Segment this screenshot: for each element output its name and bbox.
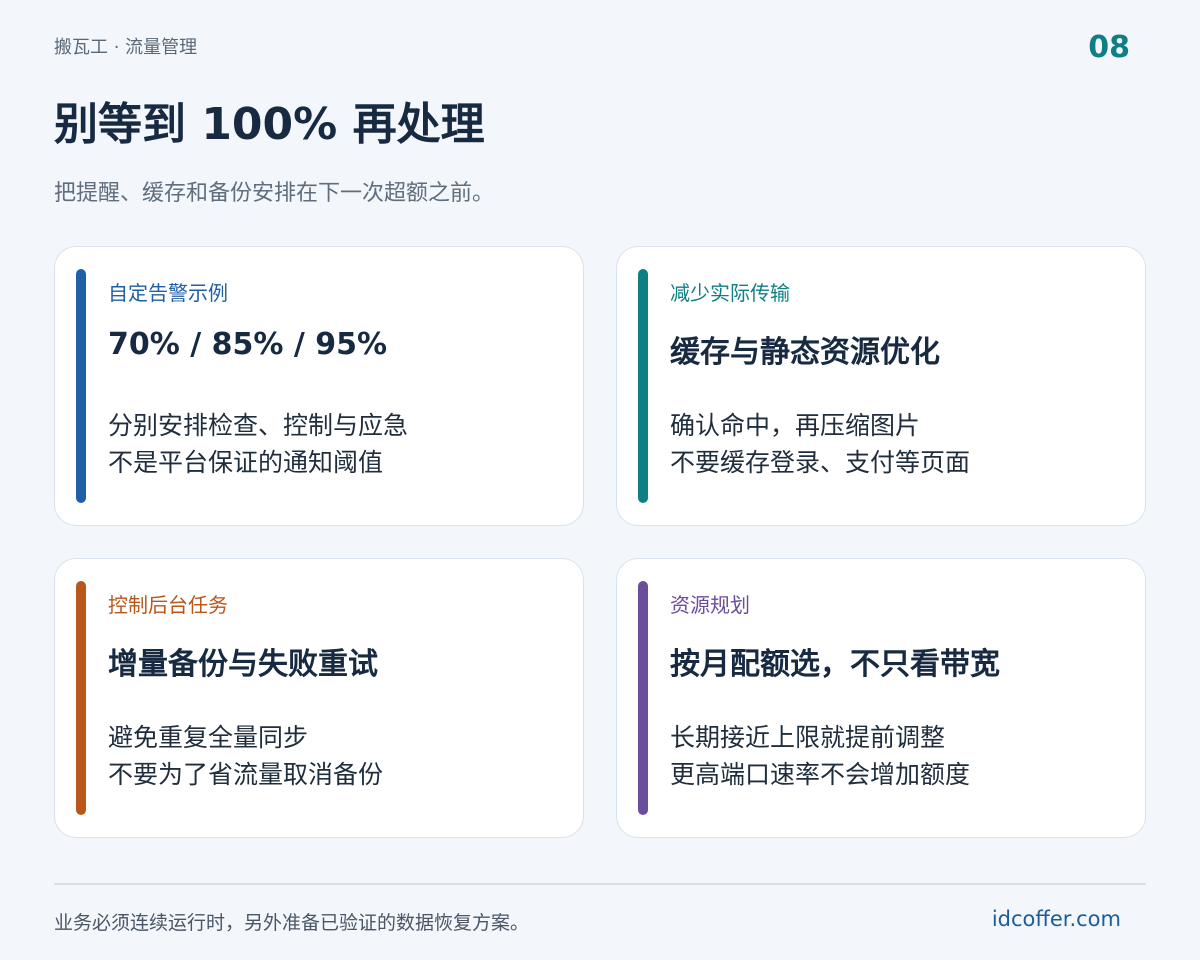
page-number: 08 xyxy=(1088,30,1130,65)
card-description: 确认命中，再压缩图片 不要缓存登录、支付等页面 xyxy=(670,407,970,481)
card-tag: 资源规划 xyxy=(670,593,750,617)
card-tag: 控制后台任务 xyxy=(108,593,228,617)
card-heading: 70% / 85% / 95% xyxy=(108,327,388,362)
card-reduce-transfer: 减少实际传输 缓存与静态资源优化 确认命中，再压缩图片 不要缓存登录、支付等页面 xyxy=(616,246,1146,526)
card-line: 更高端口速率不会增加额度 xyxy=(670,760,971,789)
card-custom-alerts: 自定告警示例 70% / 85% / 95% 分别安排检查、控制与应急 不是平台… xyxy=(54,246,584,526)
page-title: 别等到 100% 再处理 xyxy=(54,99,485,150)
card-line: 不要为了省流量取消备份 xyxy=(108,760,384,789)
card-background-tasks: 控制后台任务 增量备份与失败重试 避免重复全量同步 不要为了省流量取消备份 xyxy=(54,558,584,838)
card-heading: 增量备份与失败重试 xyxy=(108,647,378,682)
card-heading: 缓存与静态资源优化 xyxy=(670,335,940,370)
card-line: 避免重复全量同步 xyxy=(108,723,309,752)
card-line: 不是平台保证的通知阈值 xyxy=(108,448,384,477)
card-accent-bar xyxy=(76,269,86,503)
card-line: 不要缓存登录、支付等页面 xyxy=(670,448,971,477)
footer-divider xyxy=(54,883,1146,885)
card-line: 确认命中，再压缩图片 xyxy=(670,411,921,440)
card-tag: 减少实际传输 xyxy=(670,281,790,305)
card-description: 长期接近上限就提前调整 更高端口速率不会增加额度 xyxy=(670,719,970,793)
card-line: 分别安排检查、控制与应急 xyxy=(108,411,409,440)
card-line: 长期接近上限就提前调整 xyxy=(670,723,946,752)
card-accent-bar xyxy=(638,581,648,815)
card-heading: 按月配额选，不只看带宽 xyxy=(670,647,1000,682)
card-description: 避免重复全量同步 不要为了省流量取消备份 xyxy=(108,719,383,793)
card-resource-planning: 资源规划 按月配额选，不只看带宽 长期接近上限就提前调整 更高端口速率不会增加额… xyxy=(616,558,1146,838)
card-tag: 自定告警示例 xyxy=(108,281,228,305)
footer-note: 业务必须连续运行时，另外准备已验证的数据恢复方案。 xyxy=(54,912,530,934)
card-description: 分别安排检查、控制与应急 不是平台保证的通知阈值 xyxy=(108,407,408,481)
brand-label: 搬瓦工 · 流量管理 xyxy=(54,37,198,58)
footer-site-link[interactable]: idcoffer.com xyxy=(992,907,1121,931)
card-accent-bar xyxy=(76,581,86,815)
page-subtitle: 把提醒、缓存和备份安排在下一次超额之前。 xyxy=(54,181,495,206)
card-accent-bar xyxy=(638,269,648,503)
